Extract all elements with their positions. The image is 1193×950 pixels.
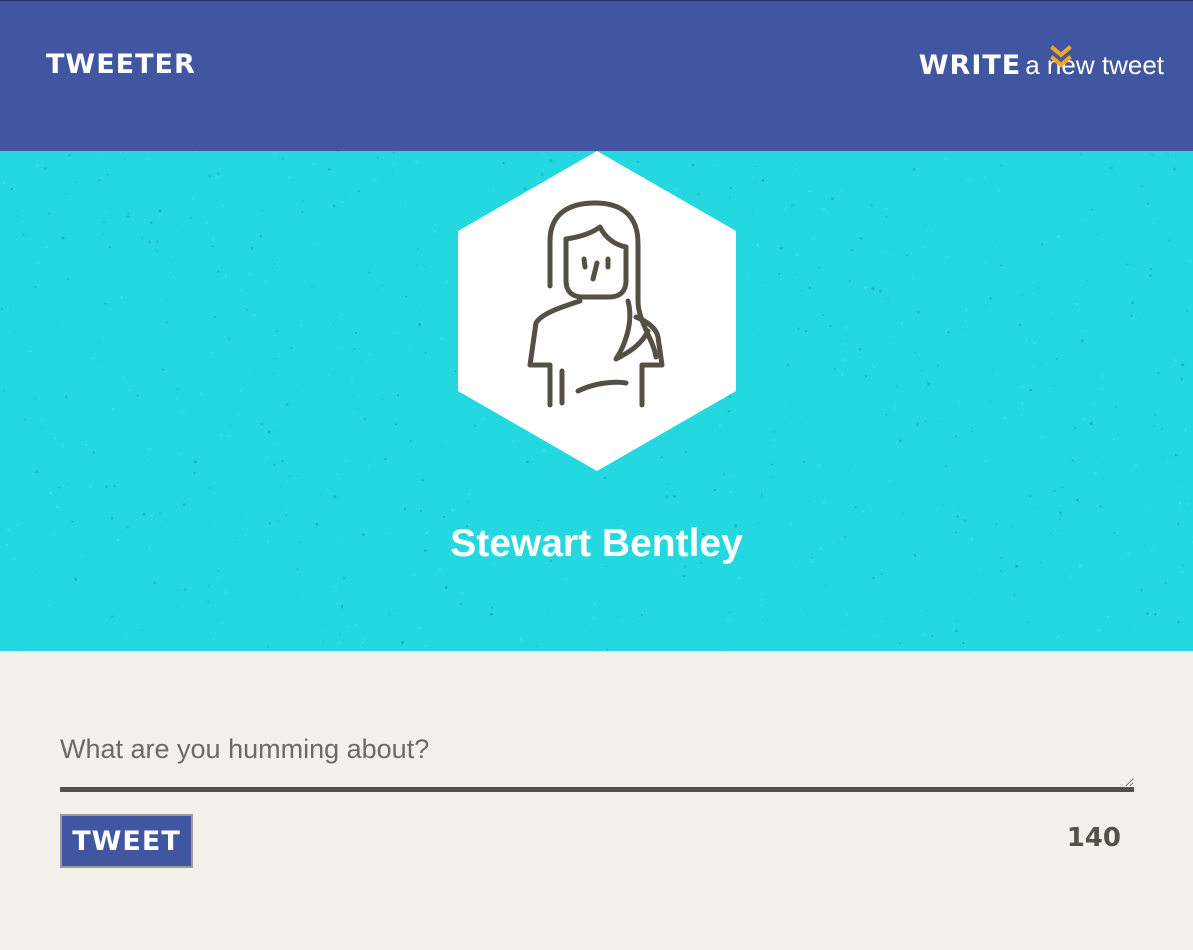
user-avatar-icon [458,151,736,471]
compose-toggle-label: a new tweet [1025,50,1164,80]
tweet-submit-button[interactable]: Tweet [60,814,193,868]
double-chevron-down-icon[interactable] [1050,45,1072,71]
profile-header: Stewart Bentley [0,151,1193,651]
new-tweet-composer: Tweet 140 [60,716,1134,868]
compose-toggle[interactable]: Write a new tweet [919,47,1164,87]
top-nav: Tweeter Write a new tweet [0,0,1193,151]
compose-toggle-text[interactable]: Write a new tweet [919,47,1164,87]
user-name: Stewart Bentley [450,522,743,565]
app-logo[interactable]: Tweeter [46,49,196,81]
character-counter: 140 [1066,823,1121,853]
tweet-text-input[interactable] [60,716,1134,792]
compose-toggle-bold-label: Write [918,50,1022,81]
